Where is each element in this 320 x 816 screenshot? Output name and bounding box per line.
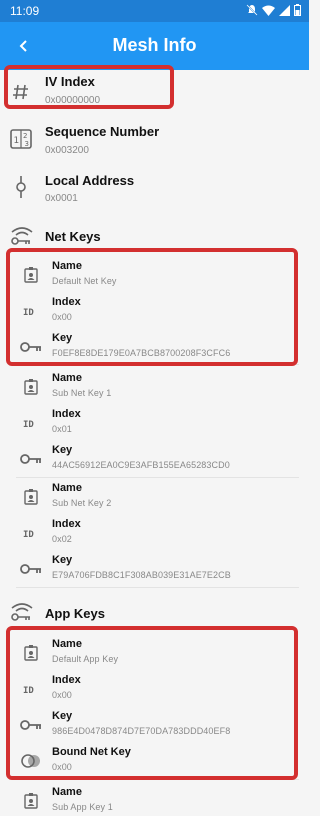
- net-key-key: Key 44AC56912EA0C9E3AFB155EA65283CD0: [16, 442, 299, 478]
- index-label: Index: [52, 518, 81, 530]
- bound-net-key-label: Bound Net Key: [52, 746, 131, 758]
- id-icon: ID: [20, 414, 42, 432]
- net-key-name: Name Default Net Key: [16, 258, 299, 294]
- svg-text:3: 3: [25, 140, 29, 148]
- app-key-card[interactable]: Name Sub App Key 1: [16, 784, 299, 816]
- svg-text:ID: ID: [23, 686, 34, 695]
- local-address-row: Local Address 0x0001: [0, 170, 309, 210]
- index-label: Index: [52, 674, 81, 686]
- net-key-index: ID Index 0x02: [16, 516, 299, 552]
- index-value: 0x00: [52, 312, 72, 322]
- index-label: Index: [52, 408, 81, 420]
- mute-icon: [246, 4, 258, 16]
- name-label: Name: [52, 786, 82, 798]
- iv-index-value: 0x00000000: [45, 95, 101, 106]
- hash-icon: [10, 81, 32, 103]
- key-label: Key: [52, 444, 73, 456]
- key-value: E79A706FDB8C1F308AB039E31AE7E2CB: [52, 570, 231, 580]
- app-keys-title: App Keys: [45, 606, 105, 621]
- status-bar: 11:09: [0, 0, 309, 22]
- key-value: 986E4D0478D874D7E70DA783DDD40EF8: [52, 726, 231, 736]
- index-label: Index: [52, 296, 81, 308]
- net-key-key: Key F0EF8E8DE179E0A7BCB8700208F3CFC6: [16, 330, 299, 366]
- badge-icon: [20, 378, 42, 396]
- badge-icon: [20, 792, 42, 810]
- sequence-number-row: 123 Sequence Number 0x003200: [0, 120, 309, 164]
- badge-icon: [20, 488, 42, 506]
- name-value: Sub Net Key 1: [52, 388, 112, 398]
- status-icons: [246, 4, 301, 16]
- name-label: Name: [52, 482, 82, 494]
- app-key-key: Key 986E4D0478D874D7E70DA783DDD40EF8: [16, 708, 299, 744]
- net-key-name: Name Sub Net Key 2: [16, 480, 299, 516]
- iv-index-label: IV Index: [45, 74, 95, 89]
- id-icon: ID: [20, 680, 42, 698]
- key-icon: [20, 450, 42, 468]
- net-key-index: ID Index 0x00: [16, 294, 299, 330]
- net-key-name: Name Sub Net Key 1: [16, 370, 299, 406]
- id-icon: ID: [20, 302, 42, 320]
- app-key-name: Name Default App Key: [16, 636, 299, 672]
- app-key-index: ID Index 0x00: [16, 672, 299, 708]
- key-label: Key: [52, 554, 73, 566]
- key-label: Key: [52, 332, 73, 344]
- battery-icon: [294, 4, 301, 16]
- iv-index-row: IV Index 0x00000000: [0, 70, 309, 114]
- link-circles-icon: [20, 752, 42, 770]
- svg-text:ID: ID: [23, 420, 34, 429]
- name-value: Sub App Key 1: [52, 802, 113, 812]
- app-key-card[interactable]: Name Default App Key ID Index 0x00 Key 9…: [16, 634, 299, 780]
- name-value: Default App Key: [52, 654, 119, 664]
- local-address-label: Local Address: [45, 173, 135, 188]
- status-time: 11:09: [10, 4, 40, 18]
- id-icon: ID: [20, 524, 42, 542]
- index-value: 0x00: [52, 690, 72, 700]
- sequence-number-value: 0x003200: [45, 145, 89, 156]
- net-key-key: Key E79A706FDB8C1F308AB039E31AE7E2CB: [16, 552, 299, 588]
- net-key-card[interactable]: Name Sub Net Key 2 ID Index 0x02 Key E79…: [16, 480, 299, 588]
- key-label: Key: [52, 710, 73, 722]
- net-keys-title: Net Keys: [45, 229, 101, 244]
- page-title: Mesh Info: [112, 35, 197, 55]
- net-key-index: ID Index 0x01: [16, 406, 299, 442]
- numbers-icon: 123: [10, 128, 32, 150]
- key-icon: [20, 560, 42, 578]
- sequence-number-label: Sequence Number: [45, 124, 160, 139]
- wifi-icon: [262, 5, 275, 16]
- name-value: Sub Net Key 2: [52, 498, 112, 508]
- key-value: 44AC56912EA0C9E3AFB155EA65283CD0: [52, 460, 230, 470]
- name-label: Name: [52, 638, 82, 650]
- wifi-key-icon: [10, 602, 34, 622]
- key-value: F0EF8E8DE179E0A7BCB8700208F3CFC6: [52, 348, 231, 358]
- name-label: Name: [52, 372, 82, 384]
- bound-net-key-value: 0x00: [52, 762, 72, 772]
- index-value: 0x02: [52, 534, 72, 544]
- svg-text:1: 1: [14, 136, 20, 146]
- svg-text:ID: ID: [23, 308, 34, 317]
- key-icon: [20, 716, 42, 734]
- local-address-value: 0x0001: [45, 193, 78, 204]
- app-bar: Mesh Info: [0, 22, 309, 70]
- name-value: Default Net Key: [52, 276, 117, 286]
- index-value: 0x01: [52, 424, 72, 434]
- wifi-key-icon: [10, 226, 34, 246]
- net-key-card[interactable]: Name Default Net Key ID Index 0x00 Key F…: [16, 256, 299, 365]
- app-key-bound-net-key: Bound Net Key 0x00: [16, 744, 299, 780]
- svg-text:ID: ID: [23, 530, 34, 539]
- badge-icon: [20, 266, 42, 284]
- location-pin-icon: [10, 176, 32, 198]
- signal-icon: [279, 4, 290, 16]
- name-label: Name: [52, 260, 82, 272]
- key-icon: [20, 338, 42, 356]
- svg-text:2: 2: [23, 132, 27, 140]
- badge-icon: [20, 644, 42, 662]
- app-key-name: Name Sub App Key 1: [16, 784, 299, 816]
- net-key-card[interactable]: Name Sub Net Key 1 ID Index 0x01 Key 44A…: [16, 370, 299, 478]
